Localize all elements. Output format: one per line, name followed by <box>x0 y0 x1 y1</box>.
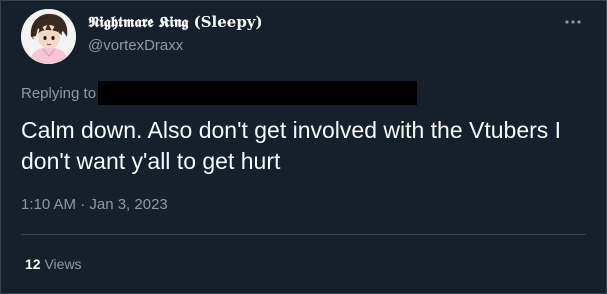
tweet-card: 𝕹𝖎𝖌𝖍𝖙𝖒𝖆𝖗𝖊 𝕶𝖎𝖓𝖌 (Sleepy) @vortexDraxx Rep… <box>0 0 607 294</box>
redacted-username <box>98 81 418 105</box>
author-display-name[interactable]: 𝕹𝖎𝖌𝖍𝖙𝖒𝖆𝖗𝖊 𝕶𝖎𝖓𝖌 (Sleepy) <box>88 13 263 31</box>
avatar[interactable] <box>21 9 76 64</box>
replying-to-label: Replying to <box>21 84 97 102</box>
views-label: Views <box>44 256 82 272</box>
replying-to: Replying to <box>21 81 418 105</box>
views-count: 12 <box>25 256 41 272</box>
divider <box>21 234 586 235</box>
author-handle[interactable]: @vortexDraxx <box>88 37 183 54</box>
views-stat[interactable]: 12 Views <box>25 256 82 272</box>
more-options-button[interactable] <box>560 9 586 35</box>
tweet-text: Calm down. Also don't get involved with … <box>21 117 562 174</box>
more-horizontal-icon <box>565 20 581 24</box>
tweet-timestamp[interactable]: 1:10 AM · Jan 3, 2023 <box>21 196 168 213</box>
